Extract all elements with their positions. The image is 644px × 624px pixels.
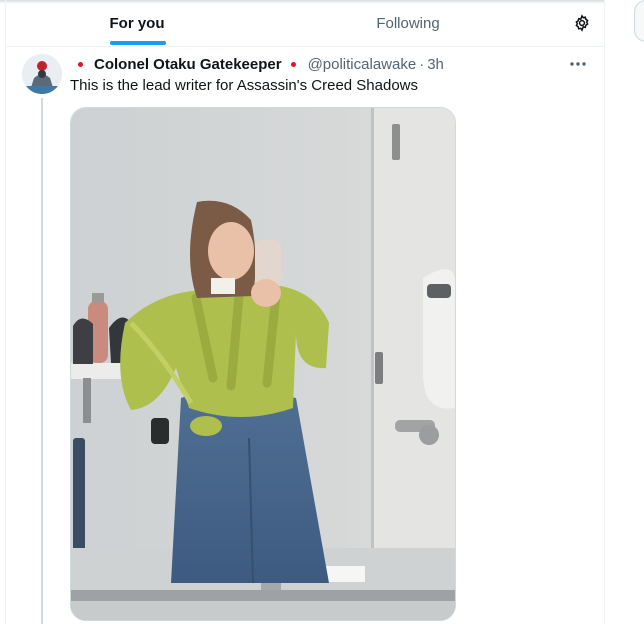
tweet-media-photo[interactable]	[70, 107, 456, 621]
japan-flag-icon	[286, 56, 302, 72]
japan-flag-icon	[72, 56, 88, 72]
tweet-timestamp[interactable]: 3h	[427, 56, 444, 73]
right-sidebar-search-edge[interactable]	[634, 0, 644, 42]
right-gutter	[605, 0, 644, 624]
thread-line	[41, 98, 43, 624]
avatar-image	[22, 54, 62, 94]
tab-following-label: Following	[376, 14, 440, 32]
tab-for-you[interactable]: For you	[6, 0, 268, 46]
timeline-left-border	[5, 0, 6, 624]
header-separator: ·	[419, 55, 425, 73]
tweet-more-button[interactable]	[566, 54, 590, 74]
active-tab-indicator	[110, 41, 166, 45]
author-handle[interactable]: @politicalawake	[308, 56, 417, 73]
author-display-name[interactable]: Colonel Otaku Gatekeeper	[94, 56, 282, 73]
gear-icon	[575, 14, 589, 32]
timeline-tab-bar: For you Following	[6, 0, 604, 47]
tab-following[interactable]: Following	[268, 0, 548, 46]
tweet-header: Colonel Otaku Gatekeeper @politicalawake…	[72, 54, 444, 74]
avatar[interactable]	[22, 54, 62, 94]
mirror-selfie-photo	[71, 108, 455, 620]
tweet-text: This is the lead writer for Assassin's C…	[70, 77, 419, 94]
tab-for-you-label: For you	[109, 14, 165, 32]
more-horizontal-icon	[570, 62, 586, 66]
timeline-settings-button[interactable]	[566, 7, 598, 39]
